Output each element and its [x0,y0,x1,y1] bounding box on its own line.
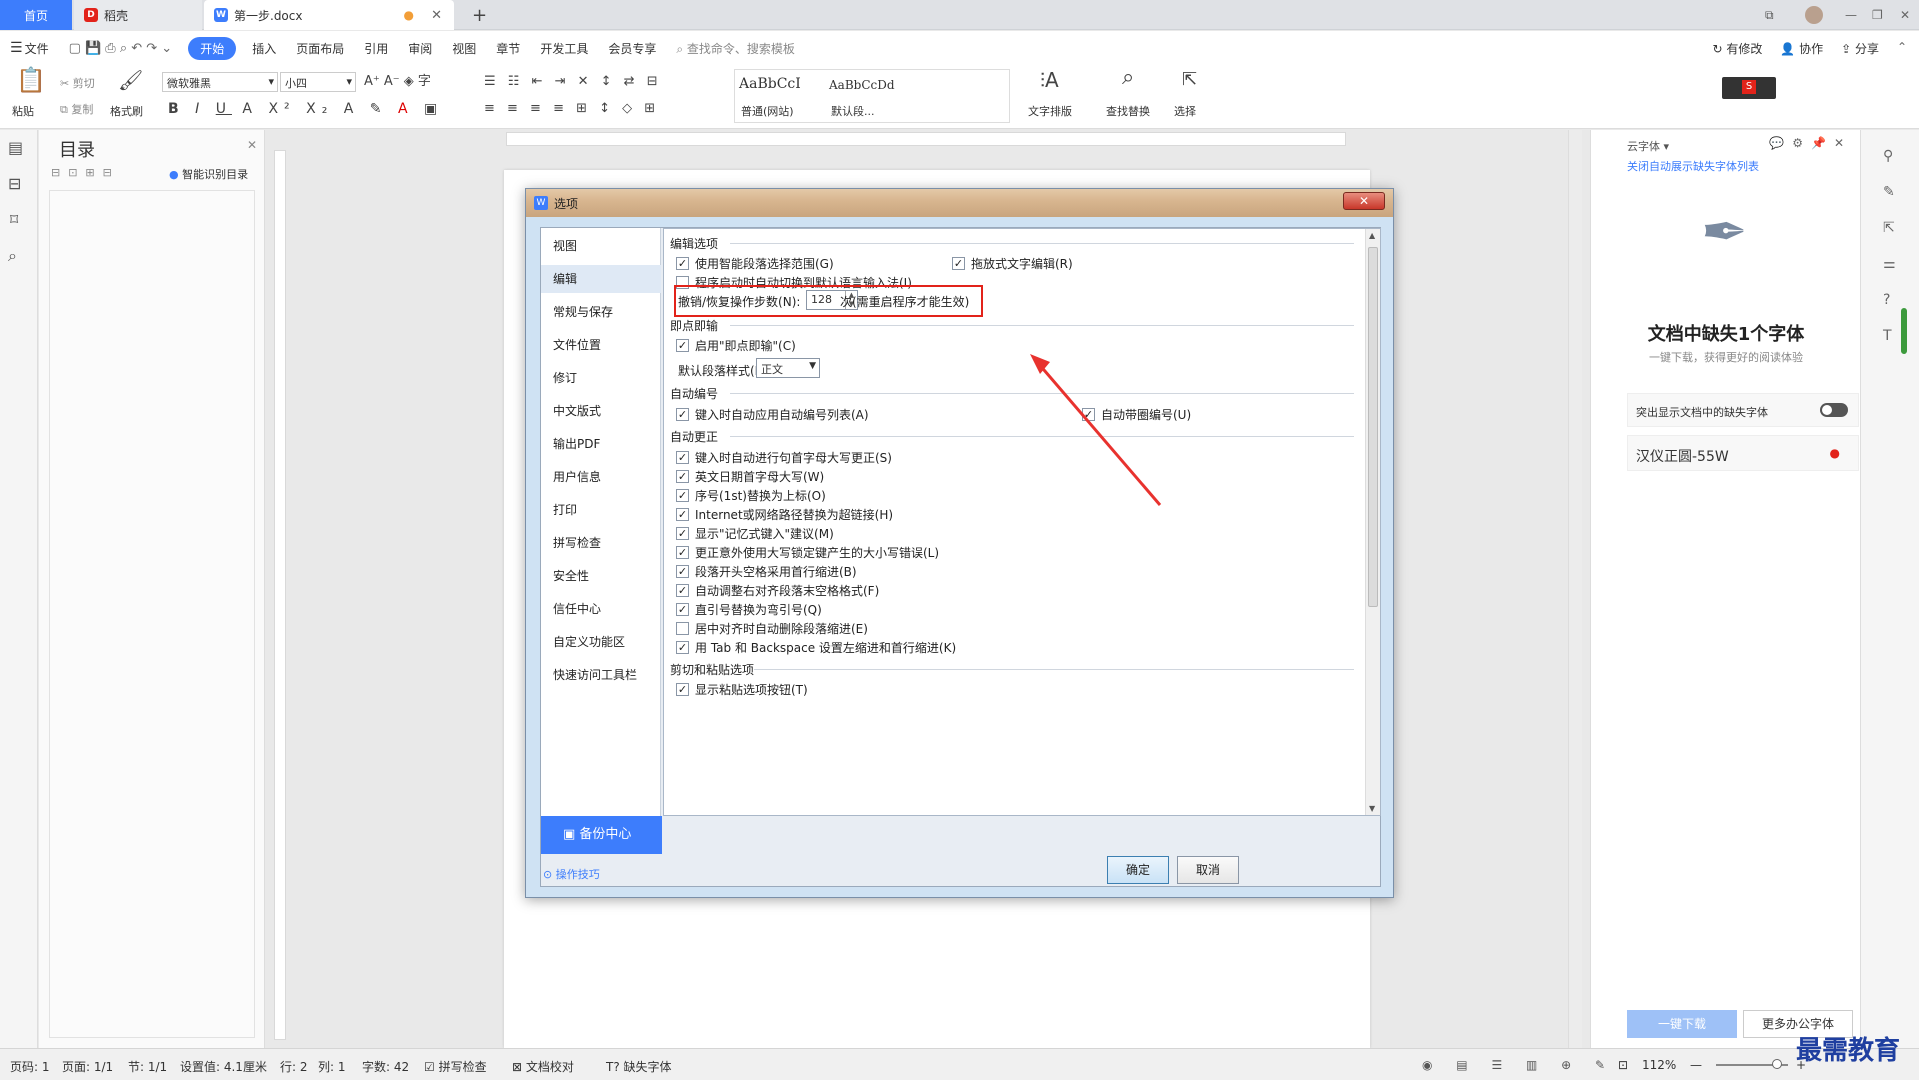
arrow-head [1030,354,1050,374]
arrow-shaft [1036,362,1162,506]
watermark-logo: 最需教育 [1796,1036,1901,1066]
annotation-arrow [1030,354,1162,506]
